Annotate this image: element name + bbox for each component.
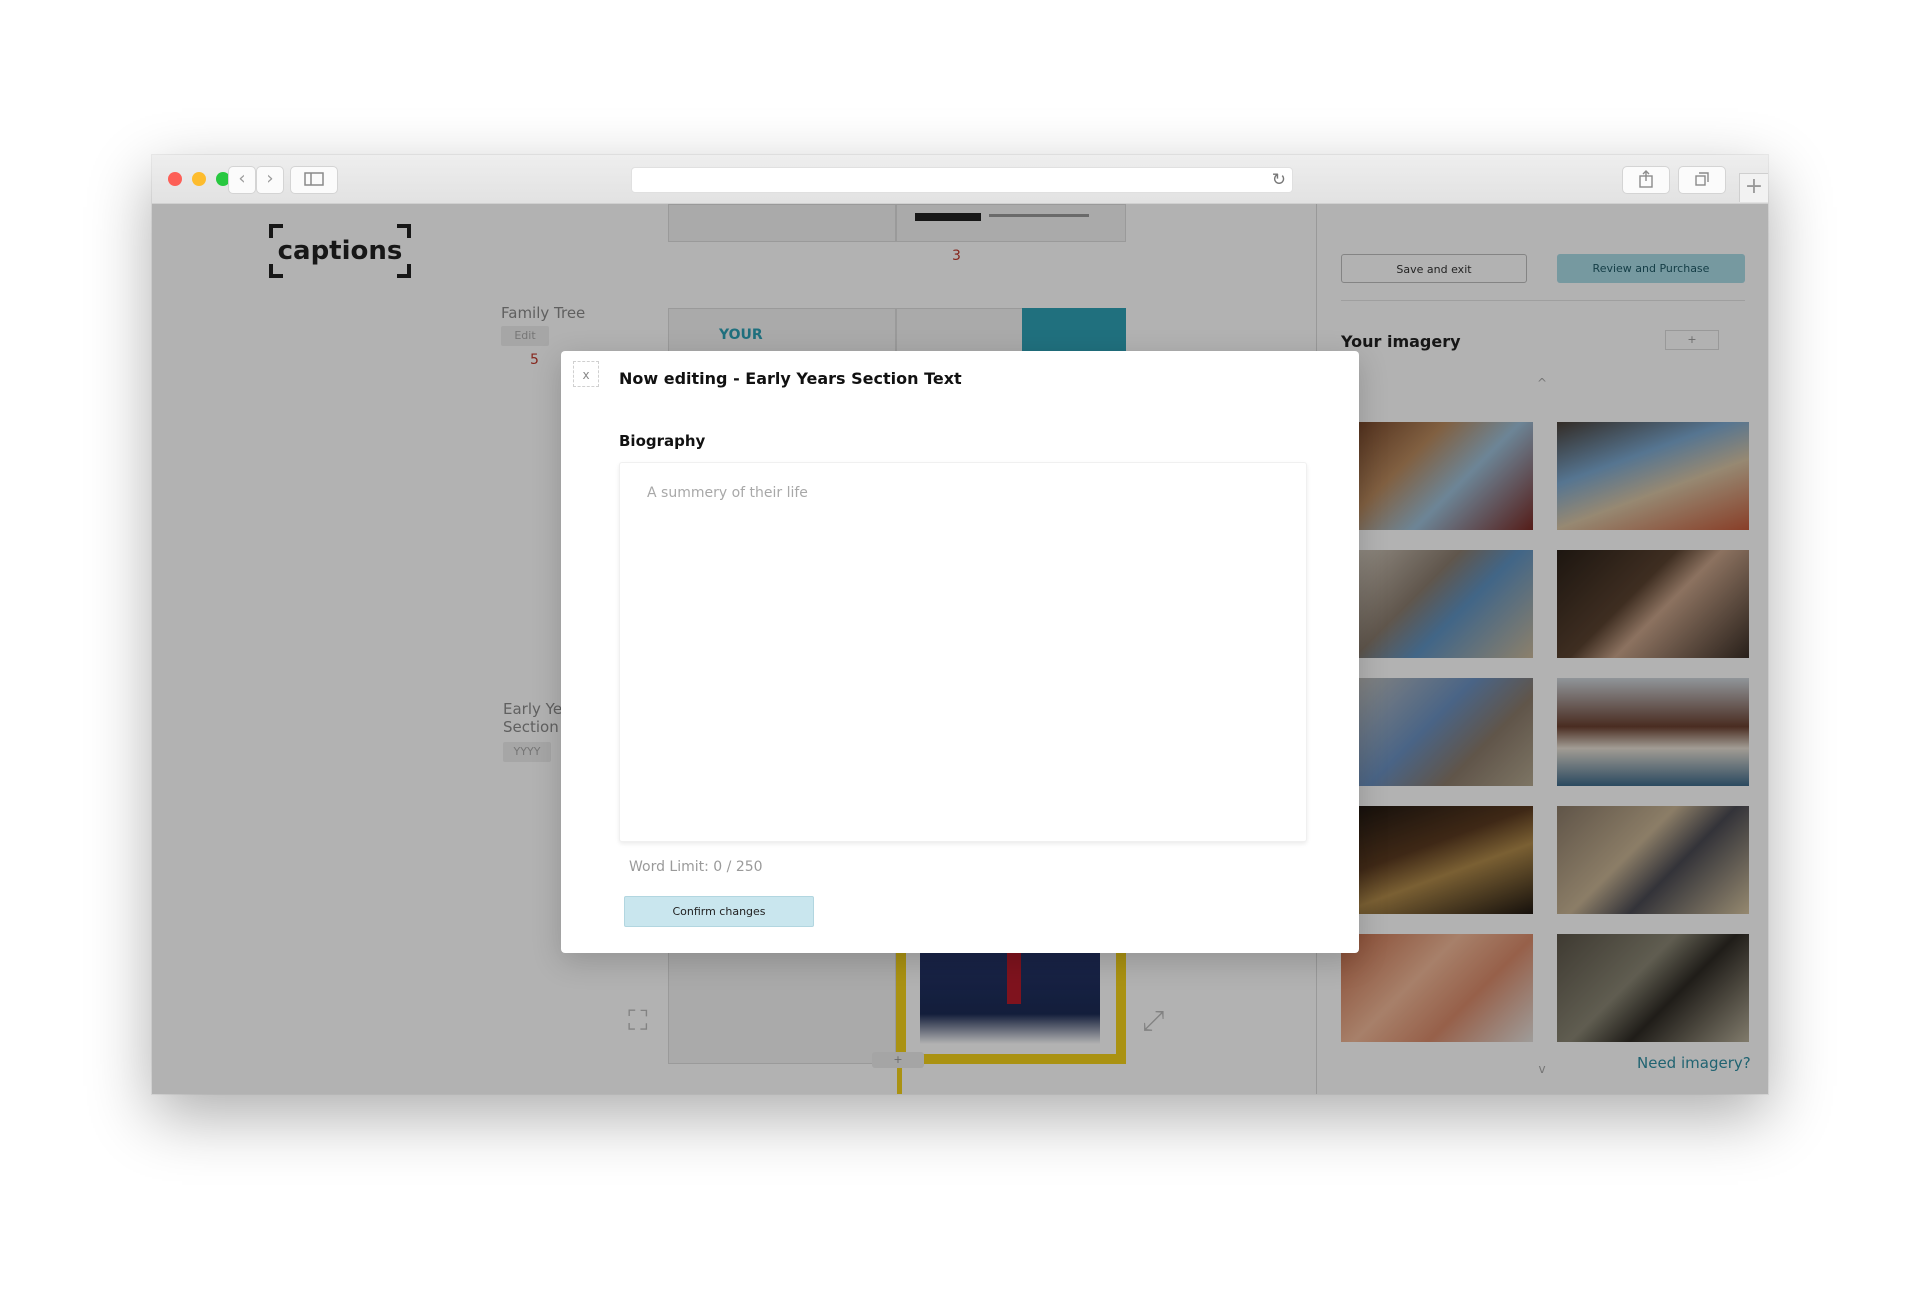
sidebar-toggle-button[interactable] [290, 166, 338, 194]
new-tab-button[interactable]: + [1739, 173, 1768, 202]
chevron-left-icon: ‹ [238, 168, 246, 189]
word-limit-counter: Word Limit: 0 / 250 [629, 859, 763, 875]
browser-window: ‹ › ↻ + captions Family Tree Edit 5 Earl… [152, 155, 1768, 1094]
close-icon: x [582, 368, 590, 382]
tabs-icon [1695, 172, 1709, 186]
modal-title: Now editing - Early Years Section Text [619, 369, 962, 388]
share-button[interactable] [1622, 166, 1670, 194]
share-icon [1639, 170, 1653, 188]
address-bar[interactable]: ↻ [631, 167, 1293, 193]
page-content: captions Family Tree Edit 5 Early Ye Sec… [152, 204, 1768, 1094]
close-window-button[interactable] [168, 172, 182, 186]
biography-textarea[interactable] [619, 462, 1307, 842]
confirm-changes-button[interactable]: Confirm changes [624, 896, 814, 927]
tabs-overview-button[interactable] [1678, 166, 1726, 194]
forward-button[interactable]: › [256, 166, 284, 194]
browser-titlebar: ‹ › ↻ + [152, 155, 1768, 204]
back-button[interactable]: ‹ [228, 166, 256, 194]
sidebar-icon [304, 172, 324, 186]
close-modal-button[interactable]: x [573, 361, 599, 387]
biography-label: Biography [619, 432, 706, 450]
edit-text-modal: x Now editing - Early Years Section Text… [561, 351, 1359, 953]
minimize-window-button[interactable] [192, 172, 206, 186]
reload-icon[interactable]: ↻ [1272, 168, 1286, 192]
chevron-right-icon: › [266, 168, 274, 189]
